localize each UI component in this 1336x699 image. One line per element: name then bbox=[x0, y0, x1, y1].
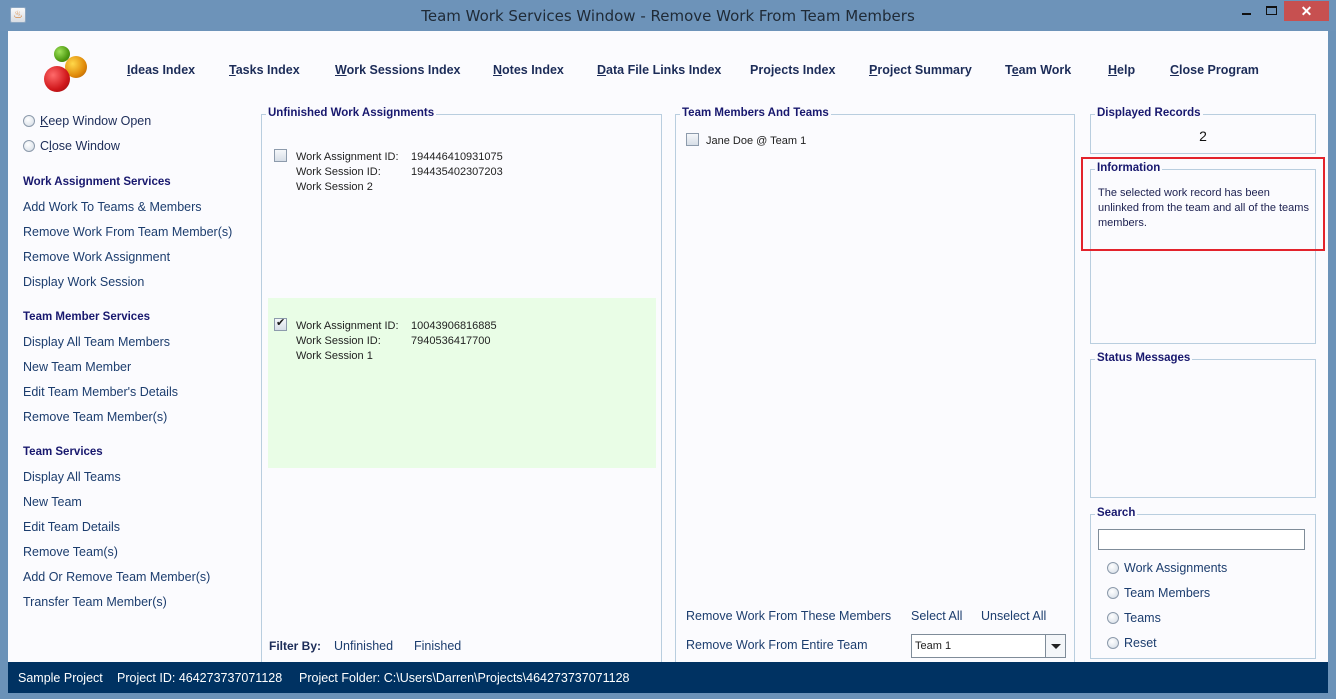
maximize-button[interactable] bbox=[1258, 1, 1284, 21]
window-title: Team Work Services Window - Remove Work … bbox=[421, 7, 915, 25]
filter-by-label: Filter By: bbox=[269, 639, 322, 653]
work-assignment-services-heading: Work Assignment Services bbox=[23, 176, 171, 188]
remove-work-from-team-button[interactable]: Remove Work From Entire Team bbox=[686, 638, 868, 652]
sidebar-remove-work-from-team-members[interactable]: Remove Work From Team Member(s) bbox=[23, 225, 232, 239]
work-assignment-item-selected[interactable]: Work Assignment ID: 10043906816885 Work … bbox=[268, 298, 656, 468]
work-assignments-panel: Unfinished Work Assignments Work Assignm… bbox=[261, 107, 662, 663]
nav-close-program[interactable]: Close Program bbox=[1170, 63, 1259, 77]
assignment-id-value: 194446410931075 bbox=[411, 151, 503, 163]
sidebar-new-team-member[interactable]: New Team Member bbox=[23, 360, 131, 374]
project-name: Sample Project bbox=[18, 671, 103, 685]
search-reset-radio[interactable]: Reset bbox=[1107, 636, 1157, 650]
status-bar: Sample Project Project ID: 4642737370711… bbox=[8, 662, 1328, 693]
session-id-value: 7940536417700 bbox=[411, 335, 491, 347]
session-id-label: Work Session ID: bbox=[296, 166, 381, 178]
session-id-value: 194435402307203 bbox=[411, 166, 503, 178]
filter-finished[interactable]: Finished bbox=[414, 639, 461, 653]
select-all-button[interactable]: Select All bbox=[911, 609, 962, 623]
sidebar-transfer-team-members[interactable]: Transfer Team Member(s) bbox=[23, 595, 167, 609]
nav-ideas-index[interactable]: Ideas Index bbox=[127, 63, 195, 77]
close-icon: ✕ bbox=[1300, 3, 1313, 19]
team-select-dropdown[interactable]: Team 1 bbox=[911, 634, 1066, 658]
nav-team-work[interactable]: Team Work bbox=[1005, 63, 1071, 77]
keep-window-open-radio[interactable]: Keep Window Open bbox=[23, 114, 151, 128]
search-teams-radio[interactable]: Teams bbox=[1107, 611, 1161, 625]
nav-help[interactable]: Help bbox=[1108, 63, 1135, 77]
search-team-members-radio[interactable]: Team Members bbox=[1107, 586, 1210, 600]
team-member-checkbox[interactable] bbox=[686, 133, 699, 146]
project-folder: Project Folder: C:\Users\Darren\Projects… bbox=[299, 671, 630, 685]
nav-data-file-links-index[interactable]: Data File Links Index bbox=[597, 63, 721, 77]
minimize-button[interactable] bbox=[1233, 1, 1259, 21]
sidebar-remove-team-members[interactable]: Remove Team Member(s) bbox=[23, 410, 167, 424]
displayed-records-count: 2 bbox=[1199, 128, 1207, 144]
team-member-label: Jane Doe @ Team 1 bbox=[706, 135, 807, 147]
status-messages-panel: Status Messages bbox=[1090, 352, 1316, 498]
team-members-panel: Team Members And Teams Jane Doe @ Team 1 bbox=[675, 107, 1075, 663]
work-assignment-item[interactable]: Work Assignment ID: 194446410931075 Work… bbox=[268, 135, 656, 295]
search-work-assignments-radio[interactable]: Work Assignments bbox=[1107, 561, 1227, 575]
assignment-id-label: Work Assignment ID: bbox=[296, 320, 399, 332]
work-assignment-checkbox-checked[interactable] bbox=[274, 316, 287, 331]
radio-icon bbox=[1107, 637, 1119, 649]
sidebar-display-all-teams[interactable]: Display All Teams bbox=[23, 470, 121, 484]
team-members-title: Team Members And Teams bbox=[680, 107, 831, 119]
team-select-value: Team 1 bbox=[915, 640, 952, 652]
session-id-label: Work Session ID: bbox=[296, 335, 381, 347]
logo-red-ball bbox=[44, 66, 70, 92]
search-panel: Search Work Assignments Team Members Tea… bbox=[1090, 507, 1316, 659]
sidebar-edit-team-member-details[interactable]: Edit Team Member's Details bbox=[23, 385, 178, 399]
nav-notes-index[interactable]: Notes Index bbox=[493, 63, 564, 77]
status-messages-title: Status Messages bbox=[1095, 352, 1193, 364]
sidebar-remove-teams[interactable]: Remove Team(s) bbox=[23, 545, 118, 559]
assignment-id-label: Work Assignment ID: bbox=[296, 151, 399, 163]
app-logo bbox=[44, 46, 100, 94]
sidebar-display-work-session[interactable]: Display Work Session bbox=[23, 275, 144, 289]
nav-project-summary[interactable]: Project Summary bbox=[869, 63, 972, 77]
sidebar-remove-work-assignment[interactable]: Remove Work Assignment bbox=[23, 250, 170, 264]
close-window-radio[interactable]: Close Window bbox=[23, 139, 120, 153]
sidebar-new-team[interactable]: New Team bbox=[23, 495, 82, 509]
radio-icon bbox=[1107, 562, 1119, 574]
remove-work-from-members-button[interactable]: Remove Work From These Members bbox=[686, 609, 891, 623]
radio-icon bbox=[1107, 587, 1119, 599]
sidebar-edit-team-details[interactable]: Edit Team Details bbox=[23, 520, 120, 534]
close-button[interactable]: ✕ bbox=[1284, 1, 1329, 21]
displayed-records-title: Displayed Records bbox=[1095, 107, 1203, 119]
work-assignment-checkbox[interactable] bbox=[274, 149, 287, 162]
sidebar-display-all-team-members[interactable]: Display All Team Members bbox=[23, 335, 170, 349]
team-member-services-heading: Team Member Services bbox=[23, 311, 150, 323]
filter-unfinished[interactable]: Unfinished bbox=[334, 639, 393, 653]
work-assignments-title: Unfinished Work Assignments bbox=[266, 107, 437, 119]
search-input[interactable] bbox=[1098, 529, 1305, 550]
window-client-area: Ideas Index Tasks Index Work Sessions In… bbox=[8, 31, 1328, 663]
maximize-icon bbox=[1265, 6, 1277, 15]
chevron-down-icon[interactable] bbox=[1045, 635, 1065, 657]
nav-projects-index[interactable]: Projects Index bbox=[750, 63, 835, 77]
session-name: Work Session 2 bbox=[296, 181, 373, 193]
team-services-heading: Team Services bbox=[23, 446, 103, 458]
information-highlight-box bbox=[1081, 157, 1325, 251]
nav-work-sessions-index[interactable]: Work Sessions Index bbox=[335, 63, 461, 77]
nav-tasks-index[interactable]: Tasks Index bbox=[229, 63, 300, 77]
assignment-id-value: 10043906816885 bbox=[411, 320, 497, 332]
minimize-icon bbox=[1241, 13, 1251, 15]
radio-icon bbox=[23, 115, 35, 127]
sidebar-add-work-to-teams-members[interactable]: Add Work To Teams & Members bbox=[23, 200, 202, 214]
radio-icon bbox=[23, 140, 35, 152]
session-name: Work Session 1 bbox=[296, 350, 373, 362]
radio-icon bbox=[1107, 612, 1119, 624]
project-id: Project ID: 464273737071128 bbox=[117, 671, 283, 685]
title-bar: ♨ Team Work Services Window - Remove Wor… bbox=[0, 0, 1336, 31]
unselect-all-button[interactable]: Unselect All bbox=[981, 609, 1046, 623]
sidebar-add-or-remove-team-members[interactable]: Add Or Remove Team Member(s) bbox=[23, 570, 210, 584]
search-title: Search bbox=[1095, 507, 1138, 519]
displayed-records-panel: Displayed Records 2 bbox=[1090, 107, 1316, 154]
